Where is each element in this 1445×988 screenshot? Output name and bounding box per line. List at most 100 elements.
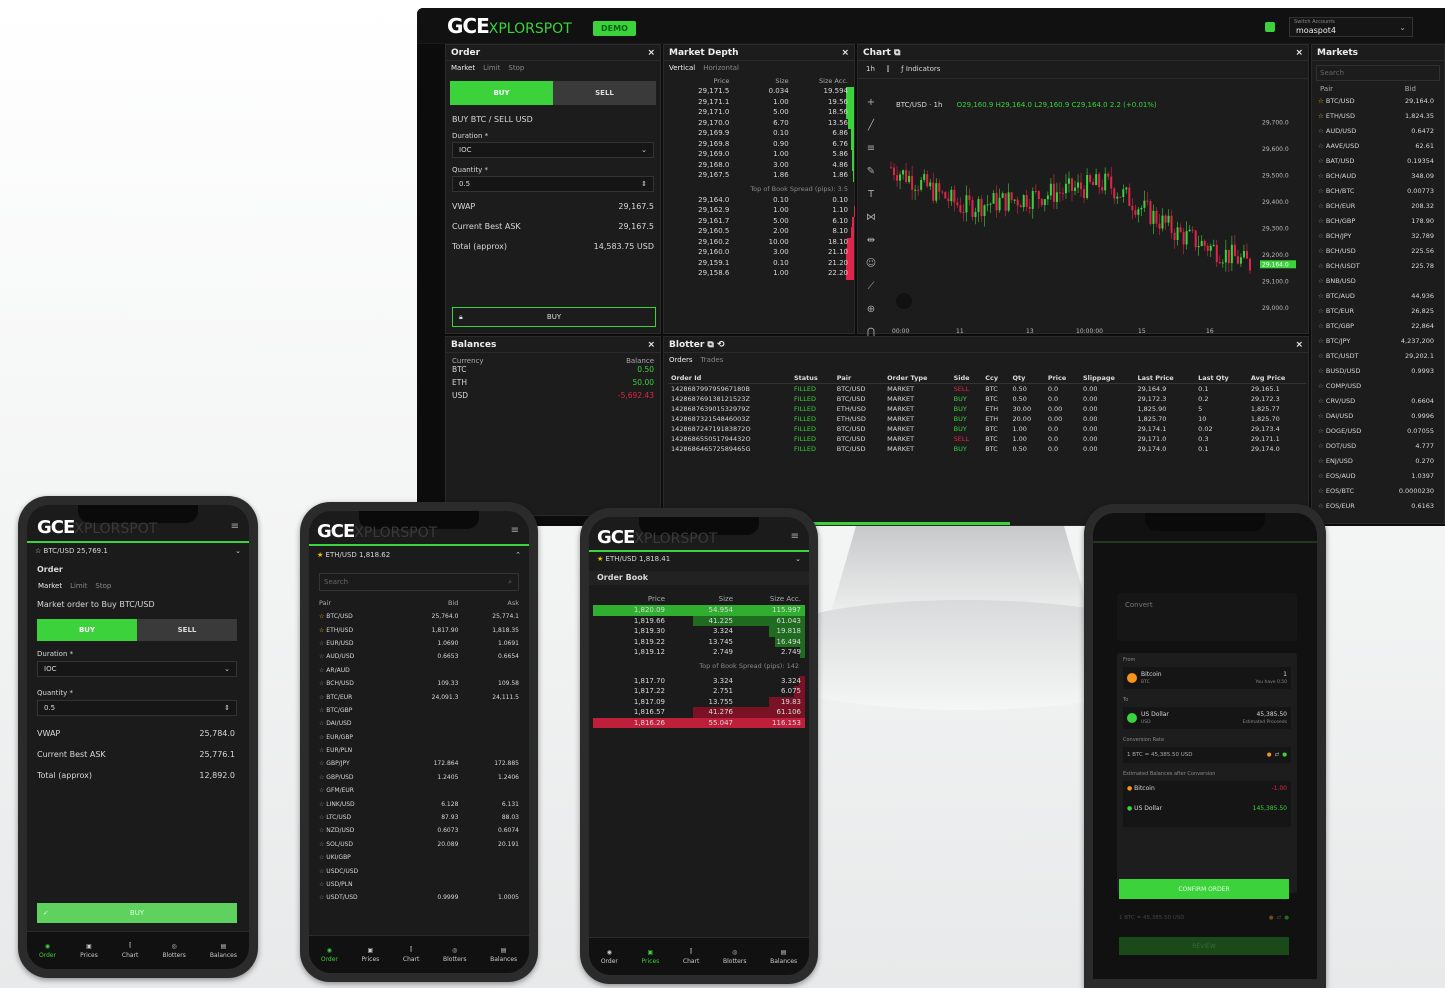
price-row[interactable]: ☆ EUR/GBP bbox=[319, 731, 519, 744]
trendline-icon[interactable]: ╱ bbox=[868, 120, 874, 131]
market-row[interactable]: ☆ BTC/USD 29,164.0 bbox=[1312, 93, 1444, 108]
market-row[interactable]: ☆ CRV/USD 0.6604 bbox=[1312, 393, 1444, 408]
star-icon[interactable]: ☆ bbox=[1318, 412, 1326, 420]
nav-blotters[interactable]: ◎ Blotters bbox=[443, 947, 466, 963]
table-row[interactable]: 142868646572589465G FILLED BTC/USD MARKET BU… bbox=[668, 444, 1306, 454]
price-row[interactable]: ☆ EUR/PLN bbox=[319, 744, 519, 757]
orderbook-bid-row[interactable]: 1,817.09 13.755 19.83 bbox=[593, 696, 805, 707]
price-row[interactable]: ☆ AUD/USD 0.6653 0.6654 bbox=[319, 650, 519, 663]
nav-chart[interactable]: ⫿ Chart bbox=[122, 942, 139, 959]
text-icon[interactable]: T bbox=[868, 189, 874, 200]
submit-buy-button[interactable]: ✓ BUY bbox=[37, 903, 237, 923]
price-row[interactable]: ☆ LTC/USD 87.93 88.03 bbox=[319, 811, 519, 824]
star-icon[interactable]: ☆ bbox=[1318, 217, 1326, 225]
candles-icon[interactable]: ⫿ bbox=[887, 65, 889, 74]
price-row[interactable]: ☆ GBP/USD 1.2405 1.2406 bbox=[319, 771, 519, 784]
ruler-icon[interactable]: ⟋ bbox=[868, 281, 875, 292]
star-icon[interactable]: ☆ bbox=[1318, 202, 1326, 210]
orderbook-bid-row[interactable]: 1,816.26 55.047 116.153 bbox=[593, 717, 805, 728]
nav-chart[interactable]: ⫿ Chart bbox=[403, 946, 420, 963]
bell-icon[interactable] bbox=[1265, 22, 1275, 32]
review-button[interactable]: REVIEW bbox=[1119, 937, 1289, 955]
duration-select[interactable]: IOC ⌄ bbox=[452, 142, 654, 158]
market-row[interactable]: ☆ BTC/USDT 29,202.1 bbox=[1312, 348, 1444, 363]
table-row[interactable]: 142868799795967180B FILLED BTC/USD MARKET SE… bbox=[668, 384, 1306, 395]
tab-limit[interactable]: Limit bbox=[483, 64, 500, 72]
hamburger-menu-icon[interactable]: ≡ bbox=[511, 525, 519, 536]
search-input[interactable]: Search ⌕ bbox=[319, 573, 519, 591]
price-row[interactable]: ☆ SOL/USD 20.089 20.191 bbox=[319, 838, 519, 851]
market-row[interactable]: ☆ BNB/USD bbox=[1312, 273, 1444, 288]
nav-order[interactable]: ◉ Order bbox=[39, 943, 56, 959]
market-row[interactable]: ☆ BTC/EUR 26,825 bbox=[1312, 303, 1444, 318]
market-row[interactable]: ☆ AAVE/USD 62.61 bbox=[1312, 138, 1444, 153]
quantity-stepper[interactable]: 0.5 ⇕ bbox=[452, 176, 654, 192]
orderbook-ask-row[interactable]: 1,819.30 3.324 19.818 bbox=[593, 626, 805, 637]
star-icon[interactable]: ☆ bbox=[1318, 142, 1326, 150]
price-row[interactable]: ☆ GBP/JPY 172.864 172.885 bbox=[319, 757, 519, 770]
price-row[interactable]: ☆ BTC/EUR 24,091.3 24,111.5 bbox=[319, 690, 519, 703]
nav-balances[interactable]: ▤ Balances bbox=[490, 947, 517, 963]
close-icon[interactable]: × bbox=[647, 340, 655, 350]
history-icon[interactable]: ⟲ bbox=[717, 340, 725, 350]
tab-stop[interactable]: Stop bbox=[95, 582, 111, 590]
account-switcher[interactable]: Switch Accounts moaspot4 ⌄ bbox=[1289, 17, 1413, 37]
orderbook-ask-row[interactable]: 1,819.12 2.749 2.749 bbox=[593, 647, 805, 658]
table-row[interactable]: 142868763901532979Z FILLED ETH/USD MARKET BU… bbox=[668, 404, 1306, 414]
star-icon[interactable]: ☆ bbox=[1318, 262, 1326, 270]
brush-icon[interactable]: ✎ bbox=[867, 166, 875, 177]
orderbook-ask-row[interactable]: 1,819.22 13.745 16.494 bbox=[593, 636, 805, 647]
star-icon[interactable]: ☆ bbox=[1318, 487, 1326, 495]
popout-icon[interactable]: ⧉ bbox=[894, 48, 900, 58]
tab-horizontal[interactable]: Horizontal bbox=[703, 64, 739, 72]
market-row[interactable]: ☆ BCH/USD 225.56 bbox=[1312, 243, 1444, 258]
price-row[interactable]: ☆ EUR/USD 1.0690 1.0691 bbox=[319, 637, 519, 650]
star-icon[interactable]: ☆ bbox=[1318, 187, 1326, 195]
measure-icon[interactable]: ⇹ bbox=[867, 235, 875, 246]
tab-orders[interactable]: Orders bbox=[669, 356, 693, 364]
interval-button[interactable]: 1h bbox=[866, 65, 875, 74]
price-row[interactable]: ☆ BTC/GBP bbox=[319, 704, 519, 717]
nav-order[interactable]: ◉ Order bbox=[601, 949, 618, 965]
nav-blotters[interactable]: ◎ Blotters bbox=[162, 943, 185, 959]
nav-balances[interactable]: ▤ Balances bbox=[210, 943, 237, 959]
popout-icon[interactable]: ⧉ bbox=[707, 340, 713, 350]
table-row[interactable]: 142868655051794432O FILLED BTC/USD MARKET SE… bbox=[668, 434, 1306, 444]
pair-selector[interactable]: ★ ETH/USD 1,818.41 ⌄ bbox=[597, 555, 801, 563]
market-row[interactable]: ☆ BUSD/USD 0.9993 bbox=[1312, 363, 1444, 378]
hamburger-menu-icon[interactable]: ≡ bbox=[791, 531, 799, 542]
sell-toggle-button[interactable]: SELL bbox=[137, 619, 237, 641]
market-row[interactable]: ☆ DOT/USD 4.777 bbox=[1312, 438, 1444, 453]
star-icon[interactable]: ☆ bbox=[1318, 157, 1326, 165]
fib-icon[interactable]: ≡ bbox=[867, 143, 875, 154]
price-row[interactable]: ☆ LINK/USD 6.128 6.131 bbox=[319, 797, 519, 810]
star-icon[interactable]: ☆ bbox=[1318, 112, 1326, 120]
hamburger-menu-icon[interactable]: ≡ bbox=[231, 521, 239, 532]
stepper-icon[interactable]: ⇕ bbox=[641, 180, 647, 188]
price-row[interactable]: ☆ USDT/USD 0.9999 1.0005 bbox=[319, 891, 519, 904]
star-icon[interactable]: ☆ bbox=[1318, 367, 1326, 375]
market-row[interactable]: ☆ EOS/AUD 1.0397 bbox=[1312, 468, 1444, 483]
star-icon[interactable]: ☆ bbox=[1318, 472, 1326, 480]
star-icon[interactable]: ☆ bbox=[1318, 397, 1326, 405]
star-icon[interactable]: ☆ bbox=[1318, 502, 1326, 510]
star-icon[interactable]: ☆ bbox=[1318, 232, 1326, 240]
table-row[interactable]: 142868769138121523Z FILLED BTC/USD MARKET BU… bbox=[668, 394, 1306, 404]
market-row[interactable]: ☆ BAT/USD 0.19354 bbox=[1312, 153, 1444, 168]
star-icon[interactable]: ☆ bbox=[1318, 97, 1326, 105]
price-chart[interactable]: 29,700.0 29,600.0 29,500.0 29,400.0 29,300.0… bbox=[886, 95, 1306, 335]
markets-search-input[interactable]: Search bbox=[1316, 65, 1440, 81]
orderbook-bid-row[interactable]: 1,817.70 3.324 3.324 bbox=[593, 675, 805, 686]
crosshair-icon[interactable]: + bbox=[867, 97, 875, 108]
swap-icon[interactable]: ⇄ bbox=[1275, 752, 1280, 758]
market-row[interactable]: ☆ DAI/USD 0.9996 bbox=[1312, 408, 1444, 423]
orderbook-bid-row[interactable]: 1,817.22 2.751 6.075 bbox=[593, 686, 805, 697]
tab-vertical[interactable]: Vertical bbox=[669, 64, 695, 72]
star-icon[interactable]: ☆ bbox=[1318, 307, 1326, 315]
market-row[interactable]: ☆ BCH/GBP 178.90 bbox=[1312, 213, 1444, 228]
market-row[interactable]: ☆ BCH/JPY 32,789 bbox=[1312, 228, 1444, 243]
market-row[interactable]: ☆ ETH/USD 1,824.35 bbox=[1312, 108, 1444, 123]
star-icon[interactable]: ☆ bbox=[1318, 382, 1326, 390]
market-row[interactable]: ☆ COMP/USD bbox=[1312, 378, 1444, 393]
star-icon[interactable]: ☆ bbox=[1318, 277, 1326, 285]
